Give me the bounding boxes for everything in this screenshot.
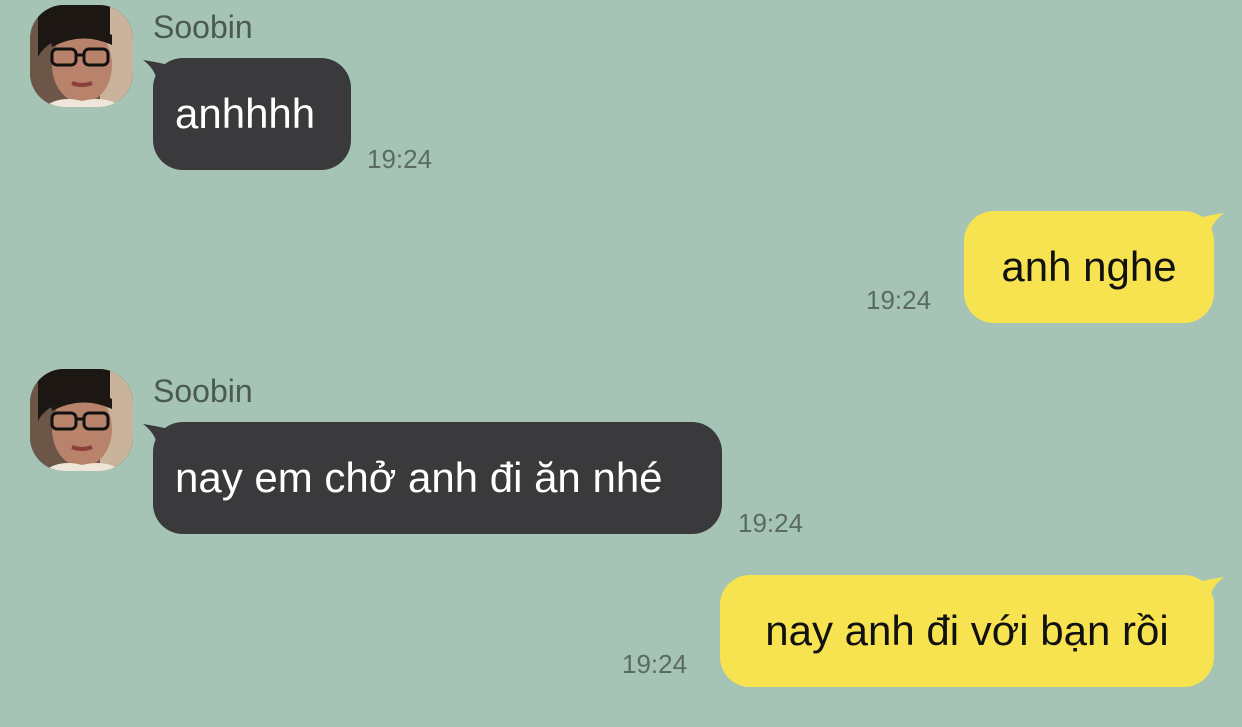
contact-avatar[interactable] — [30, 369, 133, 471]
message-bubble[interactable]: nay em chở anh đi ăn nhé — [143, 422, 722, 534]
message-text: anh nghe — [1001, 243, 1177, 290]
message-bubble[interactable]: anh nghe — [964, 211, 1224, 323]
message-timestamp: 19:24 — [367, 144, 433, 174]
bubble-tail — [143, 58, 173, 88]
message-timestamp: 19:24 — [622, 649, 688, 679]
message-timestamp: 19:24 — [866, 285, 932, 315]
message-text: anhhhh — [175, 90, 316, 137]
message-bubble[interactable]: anhhhh — [143, 58, 351, 170]
sender-name: Soobin — [153, 9, 253, 45]
message-text: nay em chở anh đi ăn nhé — [175, 454, 663, 501]
avatar-photo-icon — [30, 5, 133, 107]
message-timestamp: 19:24 — [738, 508, 804, 538]
bubble-tail — [1194, 211, 1224, 241]
bubble-tail — [143, 422, 173, 452]
avatar-photo-icon — [30, 369, 133, 471]
bubble-tail — [1194, 575, 1224, 605]
contact-avatar[interactable] — [30, 5, 133, 107]
sender-name: Soobin — [153, 373, 253, 409]
chat-thread[interactable]: Soobin anhhhh 19:24 anh nghe 19:24 Soobi… — [0, 0, 1242, 727]
message-text: nay anh đi với bạn rồi — [765, 607, 1169, 654]
message-bubble[interactable]: nay anh đi với bạn rồi — [720, 575, 1224, 687]
